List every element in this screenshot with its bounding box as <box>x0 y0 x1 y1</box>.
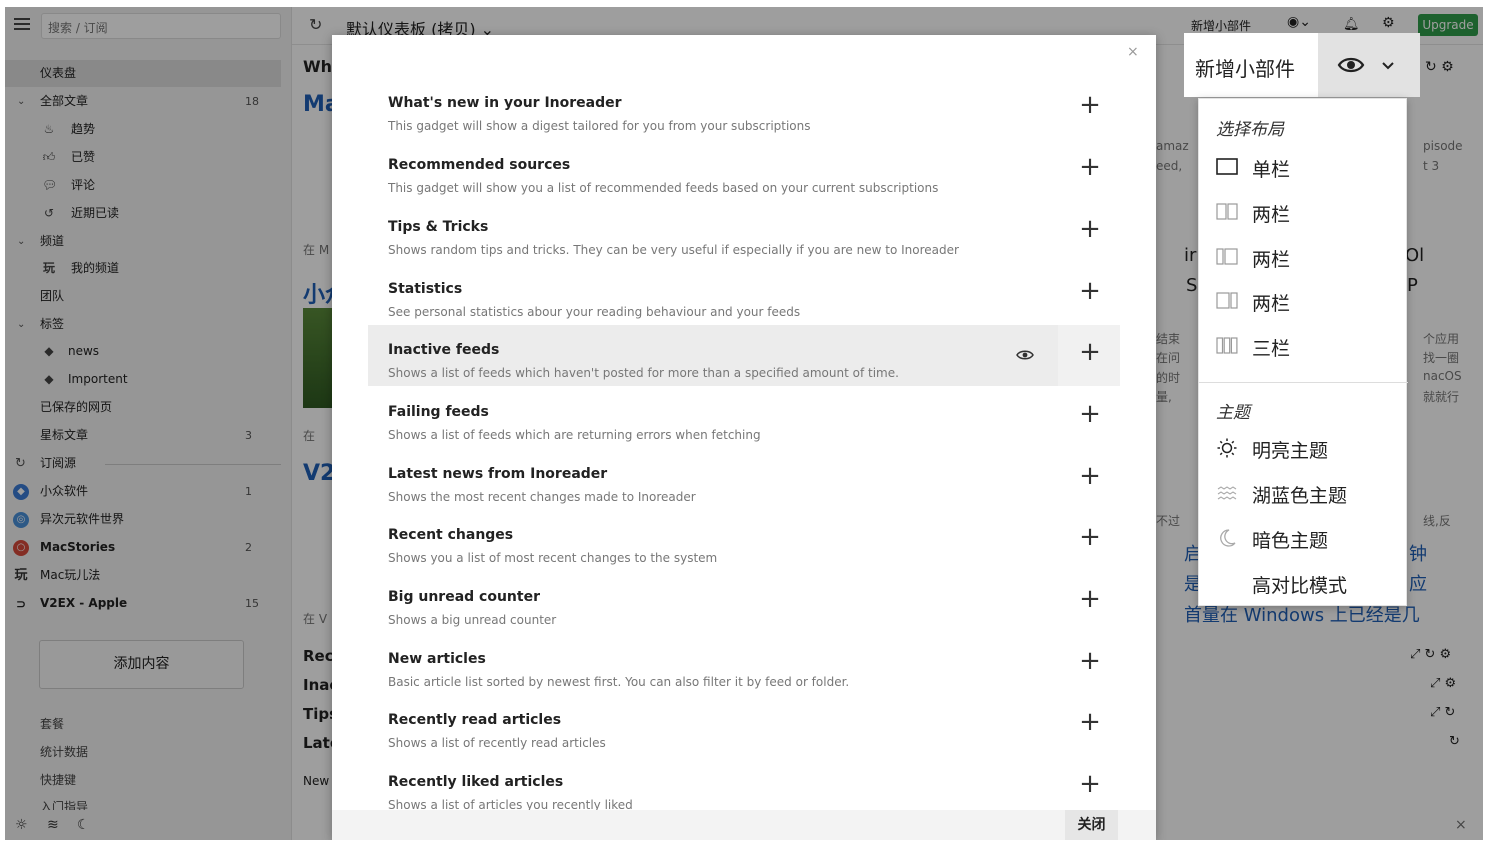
layout-option-two-left-narrow[interactable]: 两栏 <box>1199 237 1408 277</box>
gadget-title: Inactive feeds <box>388 342 500 358</box>
layout-option-single[interactable]: 单栏 <box>1199 147 1408 187</box>
new-widget-title: 新增小部件 <box>1195 57 1295 81</box>
gadget-row[interactable]: Big unread counter Shows a big unread co… <box>368 572 1120 633</box>
gadget-row[interactable]: Recently liked articles Shows a list of … <box>368 757 1120 818</box>
gadget-row[interactable]: What's new in your Inoreader This gadget… <box>368 78 1120 139</box>
theme-option-light[interactable]: 明亮主题 <box>1199 428 1408 468</box>
view-options-dropdown: 选择布局 单栏 两栏 两栏 两栏 三栏 主题 明亮主题 湖蓝色主题 暗色主题 高… <box>1198 98 1408 606</box>
theme-option-label: 暗色主题 <box>1252 530 1329 552</box>
gadget-title: New articles <box>388 651 486 667</box>
gadget-title: Recommended sources <box>388 157 571 173</box>
add-gadget-plus-icon[interactable]: + <box>1077 216 1103 242</box>
add-gadget-plus-icon[interactable]: + <box>1077 709 1103 735</box>
theme-option-dark[interactable]: 暗色主题 <box>1199 518 1408 558</box>
theme-option-label: 高对比模式 <box>1252 575 1348 597</box>
theme-option-blue[interactable]: 湖蓝色主题 <box>1199 473 1408 513</box>
eye-icon <box>1337 57 1365 73</box>
chevron-down-icon <box>1382 62 1394 70</box>
close-icon[interactable]: × <box>1127 44 1139 60</box>
gadget-row[interactable]: New articles Basic article list sorted b… <box>368 634 1120 695</box>
gadget-description: Shows a list of feeds which are returnin… <box>388 428 761 442</box>
theme-option-label: 明亮主题 <box>1252 440 1329 462</box>
layout-option-label: 两栏 <box>1252 249 1291 271</box>
gadget-row[interactable]: Recommended sources This gadget will sho… <box>368 140 1120 201</box>
two-column-narrow-right-icon <box>1216 292 1238 309</box>
new-widget-header: 新增小部件 <box>1184 33 1420 97</box>
gadget-row[interactable]: Recent changes Shows you a list of most … <box>368 510 1120 571</box>
theme-option-high-contrast[interactable]: 高对比模式 <box>1199 563 1408 603</box>
gadget-description: This gadget will show a digest tailored … <box>388 119 811 133</box>
preview-eye-icon[interactable] <box>1016 347 1034 363</box>
layout-section-heading: 选择布局 <box>1216 120 1284 140</box>
three-column-icon <box>1216 337 1238 354</box>
close-button[interactable]: 关闭 <box>1065 810 1118 840</box>
gadget-row[interactable]: Latest news from Inoreader Shows the mos… <box>368 449 1120 510</box>
gadget-row-hovered[interactable]: Inactive feeds Shows a list of feeds whi… <box>368 325 1120 386</box>
waves-icon <box>1217 486 1237 500</box>
add-gadget-plus-icon[interactable]: + <box>1077 771 1103 797</box>
gadget-title: Recent changes <box>388 527 514 543</box>
two-column-narrow-left-icon <box>1216 248 1238 265</box>
moon-icon <box>1220 529 1236 547</box>
gadget-description: Basic article list sorted by newest firs… <box>388 675 850 689</box>
gadget-description: See personal statistics abour your readi… <box>388 305 801 319</box>
gadget-title: Recently read articles <box>388 712 562 728</box>
gadget-description: Shows the most recent changes made to In… <box>388 490 696 504</box>
add-gadget-plus-icon[interactable]: + <box>1077 648 1103 674</box>
view-options-button[interactable] <box>1318 33 1420 97</box>
theme-option-label: 湖蓝色主题 <box>1252 485 1348 507</box>
gadget-title: Big unread counter <box>388 589 540 605</box>
gadget-row[interactable]: Tips & Tricks Shows random tips and tric… <box>368 202 1120 263</box>
two-column-icon <box>1216 203 1238 220</box>
add-gadget-plus-icon[interactable]: + <box>1077 401 1103 427</box>
gadget-title: Statistics <box>388 281 463 297</box>
sun-icon <box>1217 438 1237 458</box>
theme-section-heading: 主题 <box>1216 403 1250 423</box>
gadget-row[interactable]: Failing feeds Shows a list of feeds whic… <box>368 387 1120 448</box>
gadget-title: Failing feeds <box>388 404 489 420</box>
gadget-row[interactable]: Recently read articles Shows a list of r… <box>368 695 1120 756</box>
layout-option-label: 两栏 <box>1252 204 1291 226</box>
gadget-title: What's new in your Inoreader <box>388 95 622 111</box>
gadget-title: Latest news from Inoreader <box>388 466 608 482</box>
gadget-description: This gadget will show you a list of reco… <box>388 181 939 195</box>
divider <box>1199 382 1408 383</box>
layout-option-two-equal[interactable]: 两栏 <box>1199 192 1408 232</box>
close-icon[interactable]: × <box>1455 817 1467 833</box>
gadget-description: Shows a big unread counter <box>388 613 557 627</box>
gadget-description: Shows you a list of most recent changes … <box>388 551 718 565</box>
layout-option-label: 单栏 <box>1252 159 1291 181</box>
add-gadget-plus-icon[interactable]: + <box>1077 278 1103 304</box>
layout-option-label: 三栏 <box>1252 338 1291 360</box>
add-gadget-plus-icon[interactable]: + <box>1077 586 1103 612</box>
add-gadget-plus-icon[interactable]: + <box>1077 463 1103 489</box>
gadget-description: Shows a list of feeds which haven't post… <box>388 366 899 380</box>
layout-option-three[interactable]: 三栏 <box>1199 326 1408 366</box>
single-column-icon <box>1216 158 1238 175</box>
gadget-title: Recently liked articles <box>388 774 564 790</box>
add-gadget-plus-icon[interactable]: + <box>1077 154 1103 180</box>
add-gadget-plus-icon[interactable]: + <box>1077 92 1103 118</box>
modal-footer: 关闭 <box>332 810 1156 840</box>
add-gadget-plus-icon[interactable]: + <box>1077 524 1103 550</box>
add-gadget-modal: × What's new in your Inoreader This gadg… <box>332 35 1156 840</box>
layout-option-two-right-narrow[interactable]: 两栏 <box>1199 281 1408 321</box>
gadget-description: Shows a list of recently read articles <box>388 736 606 750</box>
layout-option-label: 两栏 <box>1252 293 1291 315</box>
gadget-row[interactable]: Statistics See personal statistics abour… <box>368 264 1120 325</box>
app-window: 搜索 / 订阅 仪表盘 ⌄ 全部文章 18 ♨ 趋势 👍︎ 已赞 💬︎ 评论 ↺… <box>5 7 1483 840</box>
add-gadget-plus-icon[interactable]: + <box>1077 339 1103 365</box>
gadget-title: Tips & Tricks <box>388 219 489 235</box>
gadget-description: Shows random tips and tricks. They can b… <box>388 243 959 257</box>
